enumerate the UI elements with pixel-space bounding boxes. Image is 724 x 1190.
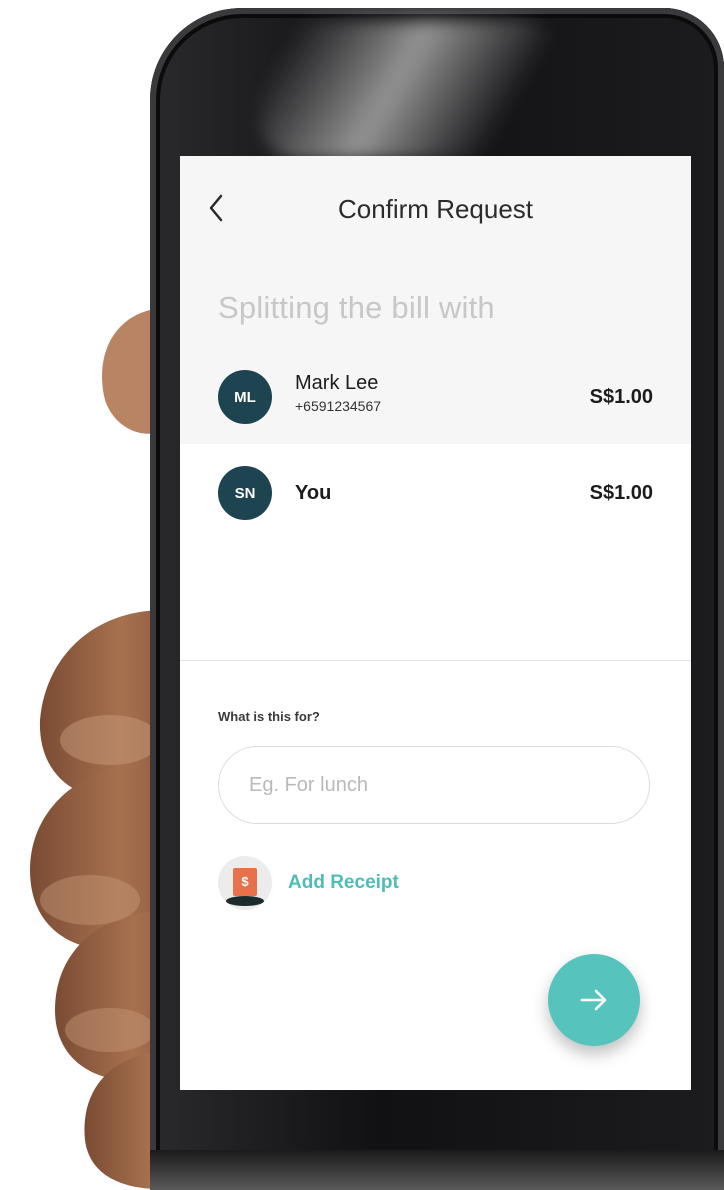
purpose-input[interactable] [218, 746, 650, 824]
person-phone: +6591234567 [295, 398, 382, 414]
add-receipt-button[interactable]: $ Add Receipt [218, 854, 399, 912]
avatar: SN [218, 466, 272, 520]
split-section: Splitting the bill with ML Mark Lee +659… [180, 266, 691, 444]
next-button[interactable] [548, 954, 640, 1046]
person-name: You [295, 482, 332, 504]
avatar: ML [218, 370, 272, 424]
section-divider [180, 660, 691, 661]
person-row-you[interactable]: SN You S$1.00 [180, 444, 691, 540]
phone-bottom-edge [150, 1150, 724, 1190]
person-name: Mark Lee [295, 372, 379, 394]
phone-glare [260, 20, 560, 160]
navigation-bar: Confirm Request [180, 156, 691, 266]
person-row-mark-lee[interactable]: ML Mark Lee +6591234567 S$1.00 [180, 348, 691, 444]
arrow-right-icon [580, 989, 607, 1011]
page-title: Confirm Request [337, 194, 534, 224]
receipt-dollar-symbol: $ [241, 874, 249, 889]
add-receipt-label: Add Receipt [288, 872, 399, 893]
receipt-icon: $ [218, 856, 272, 910]
person-amount: S$1.00 [589, 482, 653, 504]
purpose-label: What is this for? [218, 709, 320, 724]
person-amount: S$1.00 [589, 386, 653, 408]
app-screen: Confirm Request Splitting the bill with … [180, 156, 691, 1090]
split-heading: Splitting the bill with [218, 290, 495, 325]
